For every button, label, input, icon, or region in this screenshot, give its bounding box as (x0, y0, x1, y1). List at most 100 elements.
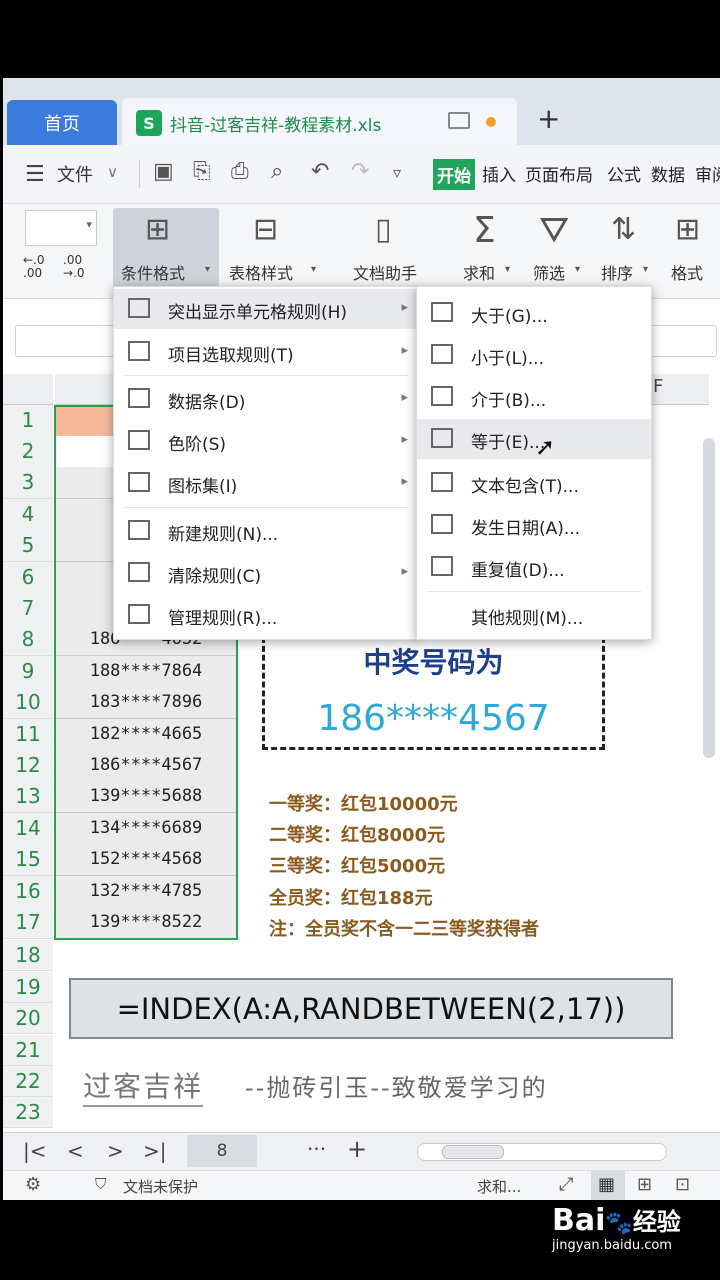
redo-icon[interactable]: ↷ (351, 159, 369, 184)
submenu-item-text-contains[interactable]: 文本包含(T)... (417, 463, 651, 503)
tab-bar: 首页 S 抖音-过客吉祥-教程素材.xls + (3, 78, 720, 145)
fullscreen-icon[interactable]: ⤢ (559, 1174, 573, 1195)
row-number[interactable]: 20 (3, 1003, 53, 1034)
new-tab-button[interactable]: + (537, 102, 560, 135)
menu-item-new-rule[interactable]: 新建规则(N)... (114, 511, 418, 551)
file-menu[interactable]: 文件 (57, 161, 93, 187)
row-number[interactable]: 8 (3, 624, 53, 656)
row-number[interactable]: 12 (3, 750, 53, 782)
rule-third: 三等奖：红包5000元 (269, 856, 446, 877)
menu-item-data-bars[interactable]: 数据条(D) ▸ (114, 379, 418, 419)
between-icon (431, 386, 453, 406)
tab-review[interactable]: 审阅 (695, 161, 720, 186)
scrollbar-thumb[interactable] (703, 438, 715, 758)
tab-file[interactable]: S 抖音-过客吉祥-教程素材.xls (122, 98, 517, 145)
row-number[interactable]: 23 (3, 1097, 53, 1128)
row-number[interactable]: 7 (3, 593, 53, 625)
format-button[interactable]: ⊞ 格式 (669, 208, 719, 290)
ribbon: ▾ ←.0.00 .00 →.0 ⊞ 条件格式 ▾ ⊟ 表格样式 ▾ ▯ 文档助手… (3, 204, 720, 299)
format-icon: ⊞ (675, 212, 701, 247)
filter-button[interactable]: ⛛ 筛选 ▾ (529, 208, 593, 290)
row-number[interactable]: 9 (3, 656, 53, 688)
row-number[interactable]: 14 (3, 813, 53, 845)
undo-icon[interactable]: ↶ (311, 159, 329, 184)
page-layout-view-icon[interactable]: ⊞ (637, 1174, 652, 1195)
sort-button[interactable]: ⇅ 排序 ▾ (601, 208, 661, 290)
submenu-item-date[interactable]: 发生日期(A)... (417, 505, 651, 545)
save-icon[interactable]: ▣ (153, 159, 174, 184)
menu-item-manage-rules[interactable]: 管理规则(R)... (114, 595, 418, 635)
more-icon[interactable]: ··· (307, 1137, 326, 1161)
hamburger-icon[interactable]: ☰ (25, 162, 45, 187)
prize-title: 中奖号码为 (363, 646, 504, 679)
page-break-view-icon[interactable]: ⊡ (675, 1174, 690, 1195)
duplicates-icon (431, 556, 453, 576)
doc-assistant-button[interactable]: ▯ 文档助手 (339, 208, 439, 290)
submenu-item-between[interactable]: 介于(B)... (417, 377, 651, 417)
increase-decimal-button[interactable]: ←.0.00 (23, 254, 45, 280)
submenu-item-equal[interactable]: 等于(E)... ➚ (417, 419, 651, 461)
tab-data[interactable]: 数据 (651, 161, 685, 186)
print-icon[interactable]: ⎙ (231, 159, 249, 184)
row-number[interactable]: 16 (3, 876, 53, 908)
menu-item-highlight-rules[interactable]: 突出显示单元格规则(H) ▸ (114, 289, 418, 329)
tab-page-layout[interactable]: 页面布局 (525, 161, 593, 186)
row-number[interactable]: 17 (3, 907, 53, 939)
next-sheet-icon[interactable]: > (107, 1139, 124, 1163)
export-icon[interactable]: ⎘ (193, 159, 211, 184)
monitor-icon[interactable] (448, 112, 470, 129)
row-number[interactable]: 1 (3, 405, 53, 437)
greater-than-icon (431, 302, 453, 322)
row-number[interactable]: 19 (3, 972, 53, 1003)
macro-icon[interactable]: ⚙ (25, 1174, 41, 1195)
select-all-corner[interactable] (3, 374, 53, 405)
last-sheet-icon[interactable]: >| (143, 1139, 167, 1163)
customize-icon[interactable]: ▿ (393, 163, 401, 182)
row-number[interactable]: 3 (3, 467, 53, 499)
menu-item-icon-sets[interactable]: 图标集(I) ▸ (114, 463, 418, 503)
chevron-down-icon[interactable]: ∨ (107, 163, 118, 181)
row-number[interactable]: 11 (3, 719, 53, 751)
protect-status[interactable]: 文档未保护 (123, 1176, 198, 1197)
file-title: 抖音-过客吉祥-教程素材.xls (170, 116, 382, 136)
normal-view-button[interactable]: ▦ (591, 1171, 625, 1200)
table-style-button[interactable]: ⊟ 表格样式 ▾ (225, 208, 325, 290)
row-number[interactable]: 6 (3, 562, 53, 594)
row-number[interactable]: 4 (3, 499, 53, 531)
sum-button[interactable]: Σ 求和 ▾ (457, 208, 521, 290)
unsaved-dot-icon (486, 117, 496, 127)
menu-item-color-scale[interactable]: 色阶(S) ▸ (114, 421, 418, 461)
row-number[interactable]: 15 (3, 844, 53, 876)
row-number[interactable]: 22 (3, 1066, 53, 1097)
row-number[interactable]: 13 (3, 781, 53, 813)
row-number[interactable]: 2 (3, 436, 53, 468)
row-number[interactable]: 10 (3, 687, 53, 719)
conditional-format-button[interactable]: ⊞ 条件格式 ▾ (113, 208, 219, 290)
menu-item-clear-rules[interactable]: 清除规则(C) ▸ (114, 553, 418, 593)
clear-rules-icon (128, 562, 150, 582)
row-number[interactable]: 18 (3, 940, 53, 971)
add-sheet-icon[interactable]: + (347, 1135, 367, 1163)
submenu-item-other-rules[interactable]: 其他规则(M)... (417, 595, 651, 635)
row-number[interactable]: 5 (3, 530, 53, 562)
sum-status[interactable]: 求和... (477, 1176, 521, 1197)
submenu-item-greater[interactable]: 大于(G)... (417, 293, 651, 333)
first-sheet-icon[interactable]: |< (23, 1139, 47, 1163)
tab-formula[interactable]: 公式 (607, 161, 641, 186)
sheet-tab[interactable]: 8 (187, 1135, 257, 1167)
font-size-box[interactable]: ▾ (25, 210, 97, 246)
column-header-f[interactable]: F (653, 376, 663, 397)
submenu-item-less[interactable]: 小于(L)... (417, 335, 651, 375)
submenu-item-duplicates[interactable]: 重复值(D)... (417, 547, 651, 587)
menu-item-top-bottom[interactable]: 项目选取规则(T) ▸ (114, 332, 418, 372)
tab-insert[interactable]: 插入 (482, 161, 516, 186)
preview-icon[interactable]: ⌕ (271, 159, 283, 184)
tab-home[interactable]: 首页 (7, 100, 117, 145)
tab-start[interactable]: 开始 (433, 159, 475, 190)
hscroll-thumb[interactable] (442, 1145, 504, 1159)
decrease-decimal-button[interactable]: .00 →.0 (63, 254, 85, 280)
horizontal-scrollbar[interactable] (417, 1143, 667, 1161)
row-number[interactable]: 21 (3, 1035, 53, 1066)
prev-sheet-icon[interactable]: < (67, 1139, 84, 1163)
conditional-format-menu: 突出显示单元格规则(H) ▸ 项目选取规则(T) ▸ 数据条(D) ▸ 色阶(S… (113, 286, 419, 640)
